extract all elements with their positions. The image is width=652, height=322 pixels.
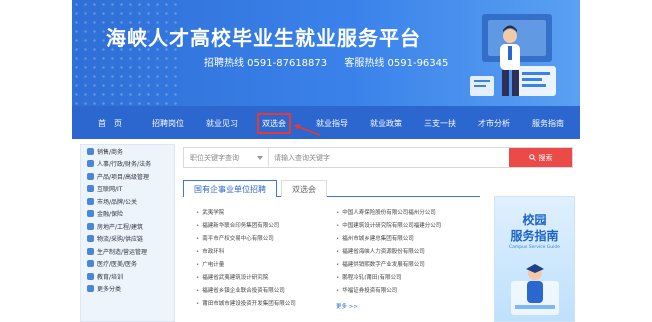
list-item[interactable]: 福建省海峡人力资源股份有限公司 bbox=[336, 247, 425, 255]
list-item[interactable]: 市政环科 bbox=[196, 247, 224, 255]
search-button[interactable]: 搜索 bbox=[509, 148, 572, 167]
list-item[interactable]: 中国人寿保险股份有限公司福州分公司 bbox=[336, 208, 436, 216]
tab-job-fair[interactable]: 双选会 bbox=[281, 180, 327, 197]
category-icon bbox=[87, 272, 94, 280]
category-icon bbox=[87, 185, 94, 193]
category-icon bbox=[87, 222, 94, 230]
category-icon bbox=[87, 172, 94, 180]
sidebar-item-manufacturing[interactable]: 生产制造/营运管理 bbox=[81, 245, 174, 258]
sidebar-item-logistics[interactable]: 物流/采购/供应链 bbox=[81, 233, 174, 246]
category-icon bbox=[87, 147, 94, 155]
sidebar-item-education[interactable]: 教育/培训 bbox=[81, 270, 174, 283]
banner-dot-pattern bbox=[72, 0, 182, 106]
search-category-label: 职位关键字查询 bbox=[190, 153, 239, 162]
red-arrow-annotation bbox=[294, 124, 321, 136]
sidebar-item-label: 房地产/工程/建筑 bbox=[97, 223, 144, 231]
guide-title-2: 服务指南 bbox=[510, 229, 559, 243]
nav-item-jobs[interactable]: 招聘岗位 bbox=[152, 118, 184, 129]
nav-item-job-fair[interactable]: 双选会 bbox=[257, 113, 291, 134]
more-link[interactable]: 更多 >> bbox=[336, 302, 358, 310]
list-item[interactable]: 华福证券投资有限公司 bbox=[336, 286, 397, 294]
list-item[interactable]: 福州市城乡建总集团有限公司 bbox=[336, 234, 414, 242]
search-button-label: 搜索 bbox=[538, 153, 553, 162]
list-item[interactable]: 福建供销熙数字产业发展有限公司 bbox=[336, 260, 425, 268]
category-icon bbox=[87, 210, 94, 218]
sidebar-item-finance[interactable]: 金融/保险 bbox=[81, 208, 174, 221]
sidebar-item-label: 销售/商务 bbox=[97, 148, 124, 156]
sidebar-item-real-estate[interactable]: 房地产/工程/建筑 bbox=[81, 220, 174, 233]
list-item[interactable]: 广电计量 bbox=[196, 260, 224, 268]
nav-item-market-analysis[interactable]: 才市分析 bbox=[478, 118, 510, 129]
posting-tabs: 国有企事业单位招聘 双选会 bbox=[183, 180, 480, 197]
sidebar-item-product[interactable]: 产品/项目/高级管理 bbox=[81, 170, 174, 183]
category-icon bbox=[87, 235, 94, 243]
guide-subtitle: Campus Service Guide bbox=[508, 245, 561, 250]
category-icon bbox=[87, 197, 94, 205]
list-item[interactable]: 南平市产权交易中心有限公司 bbox=[196, 234, 274, 242]
nav-item-home[interactable]: 首 页 bbox=[98, 118, 122, 129]
tab-state-owned-recruitment[interactable]: 国有企事业单位招聘 bbox=[183, 180, 277, 197]
sidebar-item-marketing[interactable]: 市场/品牌/公关 bbox=[81, 195, 174, 208]
list-item[interactable]: 鹏程冷轧(莆田)有限公司 bbox=[336, 273, 401, 281]
category-icon bbox=[87, 160, 94, 168]
chevron-down-icon bbox=[257, 156, 263, 160]
office-worker-illustration bbox=[470, 14, 556, 96]
category-icon bbox=[87, 247, 94, 255]
sidebar-item-label: 人事/行政/财务/法务 bbox=[97, 161, 152, 169]
sidebar-item-sales[interactable]: 销售/商务 bbox=[81, 145, 174, 158]
list-item[interactable]: 莆田市城市建设投资开发集团有限公司 bbox=[196, 299, 296, 307]
recruit-hotline: 招聘热线 0591-87618873 bbox=[204, 58, 328, 69]
sidebar-item-medical[interactable]: 医疗/医美/医务 bbox=[81, 258, 174, 271]
category-icon bbox=[87, 285, 94, 293]
sidebar-item-label: 物流/采购/供应链 bbox=[97, 236, 144, 244]
list-item[interactable]: 福建省武夷建筑设计研究院 bbox=[196, 273, 268, 281]
list-item[interactable]: 武夷学院 bbox=[196, 208, 224, 216]
campus-service-guide-banner[interactable]: 校园 服务指南 Campus Service Guide bbox=[494, 196, 575, 322]
category-sidebar: 销售/商务 人事/行政/财务/法务 产品/项目/高级管理 互联网/IT 市场/品… bbox=[80, 144, 175, 322]
category-icon bbox=[87, 260, 94, 268]
list-item[interactable]: 福建新华联合印务集团有限公司 bbox=[196, 221, 279, 229]
sidebar-item-hr-admin[interactable]: 人事/行政/财务/法务 bbox=[81, 158, 174, 171]
sidebar-item-label: 生产制造/营运管理 bbox=[97, 248, 148, 256]
sidebar-item-more[interactable]: 更多分类 bbox=[81, 283, 174, 296]
main-nav: 首 页 招聘岗位 就业见习 双选会 就业指导 就业政策 三支一扶 才市分析 服务… bbox=[72, 106, 580, 139]
service-hotline: 客服热线 0591-96345 bbox=[344, 58, 449, 69]
site-title: 海峡人才高校毕业生就业服务平台 bbox=[106, 26, 421, 50]
nav-item-service-guide[interactable]: 服务指南 bbox=[532, 118, 564, 129]
nav-item-policy[interactable]: 就业政策 bbox=[370, 118, 402, 129]
search-bar: 职位关键字查询 搜索 bbox=[183, 147, 573, 168]
list-item[interactable]: 中国建筑设计研究院有限公司福建分公司 bbox=[336, 221, 441, 229]
nav-item-three-supports[interactable]: 三支一扶 bbox=[424, 118, 456, 129]
search-category-select[interactable]: 职位关键字查询 bbox=[184, 148, 269, 167]
sidebar-item-label: 更多分类 bbox=[97, 286, 122, 294]
sidebar-item-label: 产品/项目/高级管理 bbox=[97, 173, 150, 181]
search-icon bbox=[528, 154, 536, 161]
hotlines: 招聘热线 0591-87618873 客服热线 0591-96345 bbox=[204, 54, 462, 69]
list-item[interactable]: 福建省乡镇企业联合投资有限公司 bbox=[196, 286, 285, 294]
sidebar-item-label: 教育/培训 bbox=[97, 273, 124, 281]
search-input[interactable] bbox=[269, 148, 509, 167]
sidebar-item-label: 互联网/IT bbox=[97, 186, 123, 194]
sidebar-item-internet-it[interactable]: 互联网/IT bbox=[81, 183, 174, 196]
sidebar-item-label: 医疗/医美/医务 bbox=[97, 261, 138, 269]
student-illustration bbox=[511, 264, 559, 315]
guide-title-1: 校园 bbox=[522, 213, 547, 227]
sidebar-item-label: 市场/品牌/公关 bbox=[97, 198, 138, 206]
sidebar-item-label: 金融/保险 bbox=[97, 211, 124, 219]
header-banner: 海峡人才高校毕业生就业服务平台 招聘热线 0591-87618873 客服热线 … bbox=[72, 0, 580, 106]
nav-item-internship[interactable]: 就业见习 bbox=[206, 118, 238, 129]
